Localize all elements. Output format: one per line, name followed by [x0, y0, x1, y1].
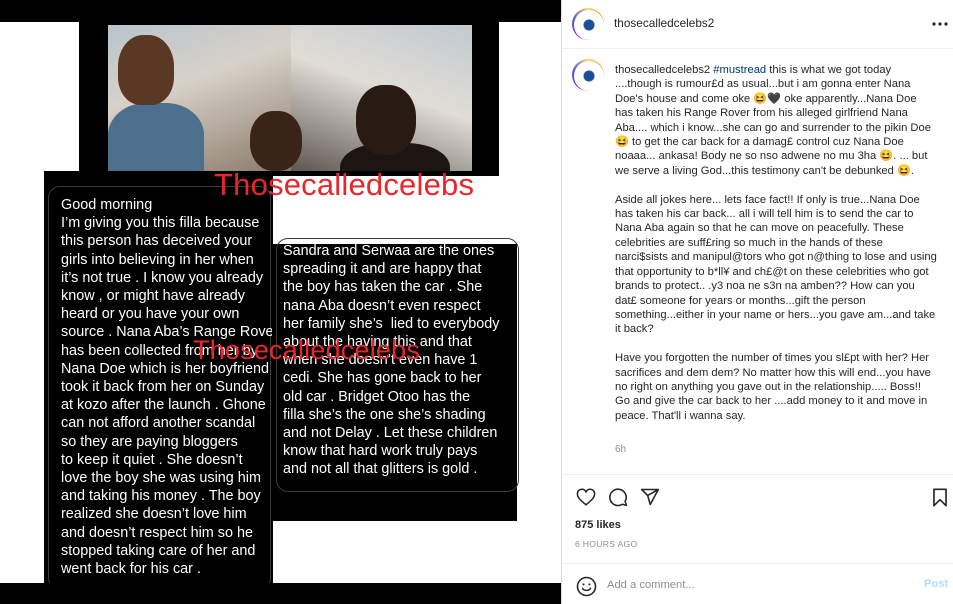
- watermark-text: Thosecalledcelebs: [214, 167, 475, 202]
- avatar[interactable]: [572, 8, 604, 40]
- post-media[interactable]: Good morning I’m giving you this filla b…: [0, 0, 561, 604]
- comment-icon[interactable]: [606, 485, 630, 509]
- video-still-image: [108, 25, 472, 171]
- caption-text: thosecalledcelebs2 #mustread this is wha…: [615, 63, 937, 423]
- post-header: thosecalledcelebs2: [562, 0, 953, 49]
- heart-icon[interactable]: [574, 485, 598, 509]
- post-comment-button[interactable]: Post: [924, 578, 948, 590]
- media-bottom-band: [0, 583, 561, 604]
- person-image: [356, 85, 416, 155]
- author-username[interactable]: thosecalledcelebs2: [614, 16, 714, 30]
- chat-screenshot-1: Good morning I’m giving you this filla b…: [44, 171, 278, 590]
- caption-section: thosecalledcelebs2 #mustread this is wha…: [562, 49, 953, 474]
- avatar[interactable]: [572, 59, 604, 91]
- person-image: [118, 35, 174, 105]
- action-bar: [562, 474, 953, 514]
- caption-body: this is what we got today ....though is …: [615, 64, 937, 422]
- post-timestamp: 6 HOURS AGO: [575, 539, 638, 549]
- watermark-text: Thosecalledcelebs: [193, 335, 421, 365]
- chat-message-text: Good morning I’m giving you this filla b…: [61, 197, 279, 578]
- person-image: [250, 111, 302, 171]
- person-image: [108, 103, 204, 171]
- emoji-icon[interactable]: [575, 575, 597, 597]
- post-sidebar: thosecalledcelebs2 thosecalledcelebs2 #m…: [561, 0, 953, 604]
- caption-username[interactable]: thosecalledcelebs2: [615, 64, 710, 76]
- comment-bar: Post: [562, 563, 953, 604]
- share-icon[interactable]: [638, 485, 662, 509]
- caption-timestamp[interactable]: 6h: [615, 444, 626, 455]
- more-horizontal-icon[interactable]: [929, 13, 951, 35]
- hashtag-link[interactable]: #mustread: [713, 64, 766, 76]
- comment-input[interactable]: [607, 576, 907, 594]
- bookmark-icon[interactable]: [928, 485, 952, 509]
- likes-count[interactable]: 875 likes: [575, 519, 621, 531]
- chat-screenshot-2: Sandra and Serwaa are the ones spreading…: [272, 238, 519, 521]
